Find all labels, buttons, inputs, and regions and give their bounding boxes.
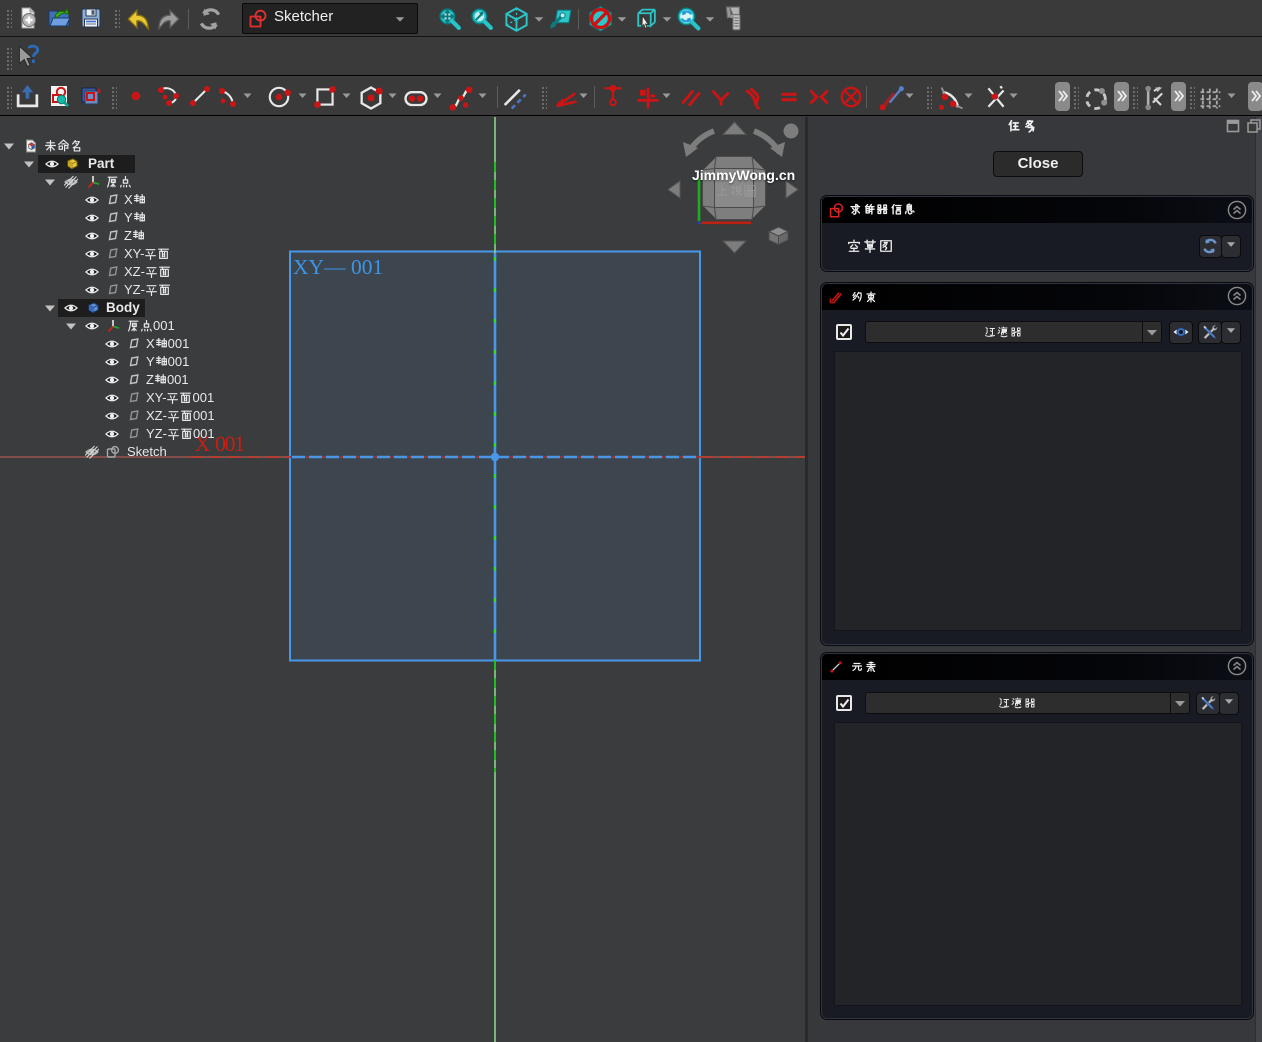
svg-text:001: 001 xyxy=(351,255,383,279)
svg-text:XY—: XY— xyxy=(293,255,346,279)
